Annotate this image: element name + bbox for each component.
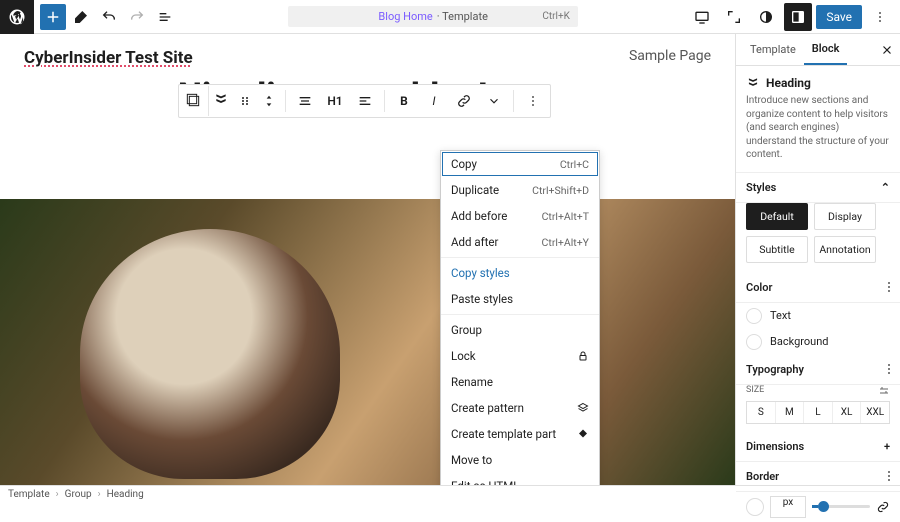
block-options-button[interactable]	[518, 86, 548, 116]
menu-add-after[interactable]: Add afterCtrl+Alt+Y	[441, 229, 599, 255]
template-part-icon	[577, 428, 589, 440]
menu-group[interactable]: Group	[441, 317, 599, 343]
size-label: SIZE	[746, 385, 764, 397]
redo-button[interactable]	[124, 4, 150, 30]
align-button[interactable]	[290, 86, 320, 116]
text-color-button[interactable]: Text	[736, 303, 900, 329]
menu-lock[interactable]: Lock	[441, 343, 599, 369]
document-switcher[interactable]: Blog Home · Template Ctrl+K	[178, 6, 688, 27]
top-toolbar: Blog Home · Template Ctrl+K Save	[0, 0, 900, 34]
lock-icon	[577, 350, 589, 362]
block-description: Introduce new sections and organize cont…	[746, 94, 890, 162]
document-name: Blog Home	[378, 10, 432, 23]
size-settings-icon[interactable]	[878, 385, 890, 397]
styles-button[interactable]	[752, 3, 780, 31]
crumb-template[interactable]: Template	[8, 489, 50, 500]
crumb-group[interactable]: Group	[65, 489, 92, 500]
crumb-heading[interactable]: Heading	[107, 489, 144, 500]
border-width-input[interactable]: px	[770, 496, 806, 518]
block-toolbar: H1 B I	[178, 84, 551, 118]
tab-template[interactable]: Template	[742, 35, 804, 64]
menu-copy-styles[interactable]: Copy styles	[441, 260, 599, 286]
block-context-menu: CopyCtrl+C DuplicateCtrl+Shift+D Add bef…	[440, 150, 600, 485]
options-button[interactable]	[866, 3, 894, 31]
settings-sidebar: Template Block Heading Introduce new sec…	[735, 34, 900, 485]
border-panel-header[interactable]: Border	[736, 462, 900, 492]
heading-icon	[746, 76, 760, 90]
menu-rename[interactable]: Rename	[441, 369, 599, 395]
drag-handle[interactable]	[233, 86, 257, 116]
styles-panel-header[interactable]: Styles⌃	[736, 173, 900, 203]
close-sidebar-button[interactable]	[880, 43, 894, 57]
menu-duplicate[interactable]: DuplicateCtrl+Shift+D	[441, 177, 599, 203]
save-button[interactable]: Save	[816, 5, 862, 29]
menu-add-before[interactable]: Add beforeCtrl+Alt+T	[441, 203, 599, 229]
heading-block-icon[interactable]	[209, 86, 233, 116]
block-type-name: Heading	[766, 76, 811, 90]
tools-button[interactable]	[68, 4, 94, 30]
document-overview-button[interactable]	[152, 4, 178, 30]
tab-block[interactable]: Block	[804, 34, 848, 65]
link-button[interactable]	[449, 86, 479, 116]
color-options-icon[interactable]	[888, 282, 890, 292]
featured-image-block[interactable]	[0, 199, 735, 485]
nav-sample-page[interactable]: Sample Page	[629, 48, 711, 68]
site-title[interactable]: CyberInsider Test Site	[24, 48, 193, 68]
wordpress-logo[interactable]	[0, 0, 34, 34]
text-align-button[interactable]	[350, 86, 380, 116]
settings-sidebar-button[interactable]	[784, 3, 812, 31]
dimensions-panel-header[interactable]: Dimensions+	[736, 432, 900, 462]
background-color-button[interactable]: Background	[736, 329, 900, 355]
document-type: · Template	[437, 10, 488, 23]
menu-create-template-part[interactable]: Create template part	[441, 421, 599, 447]
style-annotation-button[interactable]: Annotation	[814, 236, 876, 263]
italic-button[interactable]: I	[419, 86, 449, 116]
font-size-picker[interactable]: SMLXLXXL	[746, 401, 890, 424]
border-options-icon[interactable]	[888, 471, 890, 481]
menu-paste-styles[interactable]: Paste styles	[441, 286, 599, 312]
block-inserter-button[interactable]	[40, 4, 66, 30]
chevron-up-icon: ⌃	[881, 181, 890, 194]
link-sides-icon[interactable]	[876, 500, 890, 514]
editor-canvas[interactable]: CyberInsider Test Site Sample Page H1 B …	[0, 34, 735, 485]
bold-button[interactable]: B	[389, 86, 419, 116]
cat-image	[80, 229, 340, 479]
move-arrows[interactable]	[257, 86, 281, 116]
more-rich-text-button[interactable]	[479, 86, 509, 116]
view-desktop-button[interactable]	[688, 3, 716, 31]
menu-copy[interactable]: CopyCtrl+C	[441, 151, 599, 177]
menu-create-pattern[interactable]: Create pattern	[441, 395, 599, 421]
style-subtitle-button[interactable]: Subtitle	[746, 236, 808, 263]
heading-level-button[interactable]: H1	[320, 86, 350, 116]
menu-edit-html[interactable]: Edit as HTML	[441, 473, 599, 485]
color-panel-header[interactable]: Color	[736, 273, 900, 303]
plus-icon[interactable]: +	[884, 440, 890, 453]
typography-options-icon[interactable]	[888, 364, 890, 374]
menu-move-to[interactable]: Move to	[441, 447, 599, 473]
document-shortcut: Ctrl+K	[542, 11, 570, 22]
zoom-button[interactable]	[720, 3, 748, 31]
style-display-button[interactable]: Display	[814, 203, 876, 230]
pattern-icon	[577, 402, 589, 414]
border-radius-slider[interactable]	[812, 505, 870, 508]
style-default-button[interactable]: Default	[746, 203, 808, 230]
select-parent-button[interactable]	[179, 86, 209, 116]
border-color-button[interactable]	[746, 498, 764, 516]
typography-panel-header[interactable]: Typography	[736, 355, 900, 385]
undo-button[interactable]	[96, 4, 122, 30]
